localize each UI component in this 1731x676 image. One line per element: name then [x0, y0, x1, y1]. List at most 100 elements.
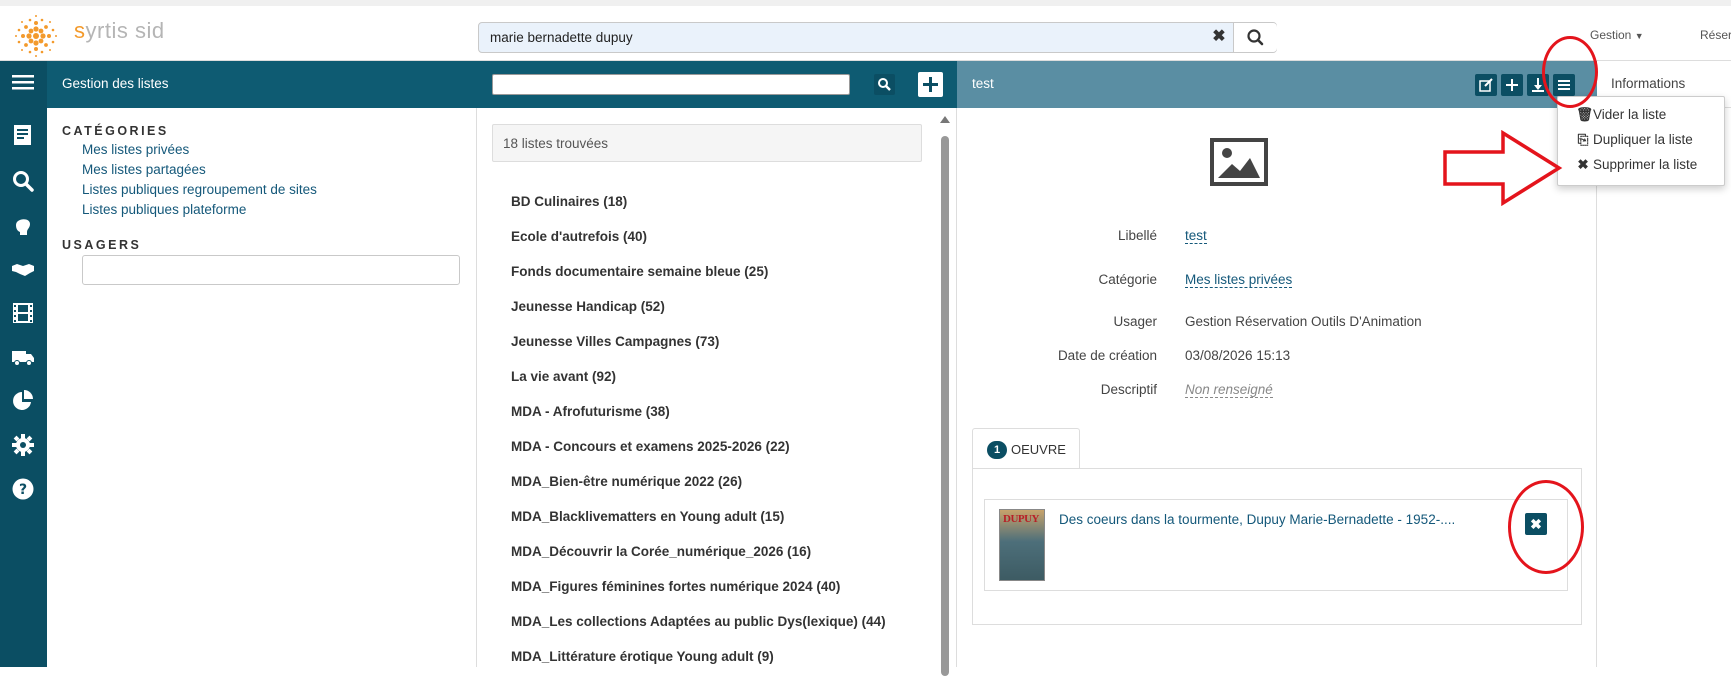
top-bar: syrtis sid ✖ Gestion ▼ Réser: [0, 0, 1731, 61]
annotation-arrow-icon: [1443, 130, 1563, 206]
list-item[interactable]: MDA_Littérature érotique Young adult (9): [511, 649, 774, 664]
list-detail-title: test: [972, 76, 994, 91]
list-item[interactable]: Ecole d'autrefois (40): [511, 229, 647, 244]
list-item[interactable]: MDA_Les collections Adaptées au public D…: [511, 614, 886, 629]
truck-icon[interactable]: [11, 345, 35, 369]
tab-oeuvre[interactable]: 1 OEUVRE: [972, 428, 1080, 468]
film-icon[interactable]: [11, 301, 35, 325]
menu-icon[interactable]: [11, 70, 35, 94]
annotation-circle-menu: [1542, 36, 1598, 108]
oeuvre-item: DUPUY Des coeurs dans la tourmente, Dupu…: [984, 499, 1568, 591]
usagers-title: USAGERS: [62, 238, 142, 252]
empty-list-menu-item[interactable]: 🗑Vider la liste: [1576, 107, 1666, 123]
search-icon[interactable]: [11, 169, 35, 193]
reservation-menu[interactable]: Réser: [1700, 28, 1731, 42]
list-item[interactable]: MDA_Blacklivematters en Young adult (15): [511, 509, 784, 524]
categories-title: CATÉGORIES: [62, 124, 169, 138]
descriptif-label: Descriptif: [1100, 382, 1157, 397]
oeuvre-count-badge: 1: [987, 441, 1007, 459]
duplicate-list-menu-item[interactable]: ⎘ Dupliquer la liste: [1576, 132, 1693, 148]
trash-icon: 🗑: [1576, 107, 1594, 122]
usager-label: Usager: [1113, 314, 1157, 329]
categorie-label: Catégorie: [1098, 272, 1157, 287]
pie-chart-icon[interactable]: [11, 389, 35, 413]
gear-icon[interactable]: [11, 433, 35, 457]
usager-input[interactable]: [82, 255, 460, 285]
oeuvre-title-link[interactable]: Des coeurs dans la tourmente, Dupuy Mari…: [1059, 512, 1455, 527]
list-item[interactable]: MDA - Afrofuturisme (38): [511, 404, 670, 419]
list-item[interactable]: MDA_Bien-être numérique 2022 (26): [511, 474, 742, 489]
scrollbar-thumb[interactable]: [941, 136, 949, 676]
book-cover[interactable]: DUPUY: [999, 509, 1045, 581]
category-shared-lists[interactable]: Mes listes partagées: [82, 162, 206, 177]
list-search-input[interactable]: [492, 74, 850, 95]
tab-oeuvre-label: OEUVRE: [1011, 442, 1066, 457]
global-search-button[interactable]: [1233, 23, 1277, 52]
edit-icon: [1479, 78, 1493, 92]
libelle-label: Libellé: [1117, 228, 1157, 243]
duplicate-list-label: Dupliquer la liste: [1593, 132, 1693, 147]
book-cover-author: DUPUY: [1003, 513, 1040, 525]
global-search: ✖: [478, 22, 1277, 53]
caret-down-icon: ▼: [1634, 31, 1644, 41]
global-search-input[interactable]: [479, 23, 1233, 52]
plus-icon: [1506, 79, 1518, 91]
descriptif-value[interactable]: Non renseigné: [1185, 382, 1273, 398]
list-item[interactable]: Jeunesse Handicap (52): [511, 299, 665, 314]
list-search-button[interactable]: [874, 74, 895, 95]
delete-list-menu-item[interactable]: ✖ Supprimer la liste: [1576, 157, 1697, 173]
plus-icon: [923, 77, 938, 92]
brand-prefix: s: [74, 18, 86, 43]
list-item[interactable]: BD Culinaires (18): [511, 194, 627, 209]
image-placeholder-icon: [1210, 138, 1268, 186]
icon-rail: ?: [0, 61, 47, 667]
annotation-circle-remove: [1508, 480, 1584, 574]
list-detail-header: test: [957, 61, 1597, 108]
usager-value: Gestion Réservation Outils D'Animation: [1185, 314, 1422, 329]
lists-scrollbar[interactable]: [939, 112, 951, 676]
list-item[interactable]: Jeunesse Villes Campagnes (73): [511, 334, 719, 349]
times-icon: ✖: [1577, 157, 1589, 172]
results-count: 18 listes trouvées: [503, 136, 609, 151]
oeuvre-tab-content: DUPUY Des coeurs dans la tourmente, Dupu…: [972, 468, 1582, 625]
add-list-button[interactable]: [918, 72, 943, 97]
reservation-menu-label: Réser: [1700, 28, 1731, 42]
catalog-icon[interactable]: [11, 123, 35, 147]
add-to-list-button[interactable]: [1501, 74, 1523, 96]
libelle-value[interactable]: test: [1185, 228, 1207, 244]
brand-name: syrtis sid: [74, 18, 165, 44]
date-creation-label: Date de création: [1057, 348, 1157, 363]
help-icon[interactable]: ?: [11, 477, 35, 501]
category-public-platform-lists[interactable]: Listes publiques plateforme: [82, 202, 246, 217]
lists-panel: 18 listes trouvées BD Culinaires (18) Ec…: [477, 108, 957, 676]
scroll-up-arrow-icon[interactable]: [940, 116, 950, 123]
informations-tab-label: Informations: [1611, 76, 1686, 91]
edit-list-button[interactable]: [1475, 74, 1497, 96]
gestion-menu[interactable]: Gestion ▼: [1590, 28, 1644, 42]
date-creation-value: 03/08/2026 15:13: [1185, 348, 1291, 363]
list-item[interactable]: MDA - Concours et examens 2025-2026 (22): [511, 439, 790, 454]
brand-rest: yrtis sid: [85, 18, 165, 43]
list-item[interactable]: MDA_Découvrir la Corée_numérique_2026 (1…: [511, 544, 811, 559]
clear-search-icon[interactable]: ✖: [1211, 29, 1227, 45]
copy-icon: ⎘: [1577, 132, 1589, 147]
search-icon: [1247, 29, 1264, 46]
results-count-box: 18 listes trouvées: [492, 124, 922, 162]
delete-list-label: Supprimer la liste: [1593, 157, 1698, 172]
list-item[interactable]: La vie avant (92): [511, 369, 616, 384]
list-item[interactable]: Fonds documentaire semaine bleue (25): [511, 264, 768, 279]
svg-text:?: ?: [19, 482, 27, 498]
lists-header-title: Gestion des listes: [62, 76, 169, 91]
list-actions-dropdown: 🗑Vider la liste ⎘ Dupliquer la liste ✖ Sup…: [1557, 96, 1725, 186]
gestion-menu-label: Gestion: [1590, 28, 1632, 42]
user-head-icon[interactable]: [11, 213, 35, 237]
category-private-lists[interactable]: Mes listes privées: [82, 142, 189, 157]
handshake-icon[interactable]: [11, 257, 35, 281]
list-search-header: [477, 61, 957, 108]
list-item[interactable]: MDA_Figures féminines fortes numérique 2…: [511, 579, 840, 594]
categories-panel: CATÉGORIES Mes listes privées Mes listes…: [47, 108, 477, 667]
category-public-site-group-lists[interactable]: Listes publiques regroupement de sites: [82, 182, 317, 197]
categorie-value[interactable]: Mes listes privées: [1185, 272, 1293, 288]
empty-list-label: Vider la liste: [1593, 107, 1667, 122]
search-icon: [878, 78, 891, 91]
